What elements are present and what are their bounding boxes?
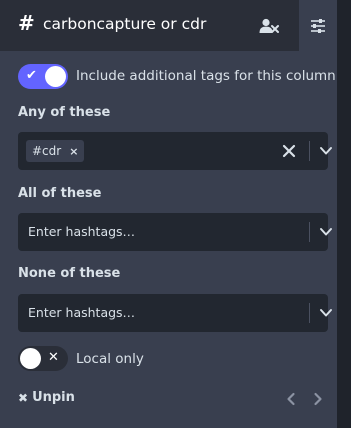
any-of-title: Any of these bbox=[18, 105, 111, 120]
column-title[interactable]: carboncapture or cdr bbox=[43, 14, 206, 34]
unpin-button[interactable]: ✖ Unpin bbox=[18, 390, 75, 405]
local-only-label: Local only bbox=[76, 351, 144, 367]
local-only-toggle[interactable]: ✕ bbox=[18, 346, 68, 371]
unpin-label: Unpin bbox=[32, 390, 75, 405]
scrollbar-track[interactable] bbox=[337, 0, 351, 428]
column-settings-panel: # carboncapture or cdr ✔ Include additio… bbox=[0, 0, 337, 428]
check-icon: ✔ bbox=[26, 68, 37, 83]
include-tags-label: Include additional tags for this column bbox=[76, 68, 336, 84]
select-separator bbox=[309, 222, 310, 242]
none-of-title: None of these bbox=[18, 266, 121, 281]
chevron-down-icon[interactable] bbox=[319, 307, 333, 319]
hashtag-icon: # bbox=[18, 11, 35, 35]
close-icon: ✖ bbox=[18, 390, 29, 405]
tag-chip: #cdr × bbox=[26, 140, 85, 162]
x-icon[interactable] bbox=[282, 144, 296, 158]
column-header: # carboncapture or cdr bbox=[0, 0, 337, 51]
all-of-placeholder: Enter hashtags… bbox=[28, 224, 136, 239]
none-of-select[interactable]: Enter hashtags… bbox=[18, 294, 332, 332]
chevron-left-icon[interactable] bbox=[284, 391, 298, 407]
all-of-select[interactable]: Enter hashtags… bbox=[18, 213, 332, 251]
any-of-select[interactable]: #cdr × bbox=[18, 132, 332, 170]
toggle-knob bbox=[20, 348, 41, 369]
chevron-down-icon[interactable] bbox=[319, 145, 333, 157]
chevron-right-icon[interactable] bbox=[311, 391, 325, 407]
tag-chip-label: #cdr bbox=[32, 144, 62, 158]
remove-column-button[interactable] bbox=[250, 0, 288, 51]
user-remove-icon bbox=[259, 18, 279, 33]
none-of-placeholder: Enter hashtags… bbox=[28, 305, 136, 320]
sliders-icon bbox=[311, 18, 325, 33]
x-icon: ✕ bbox=[48, 350, 59, 365]
tag-remove-icon[interactable]: × bbox=[69, 145, 78, 158]
include-tags-toggle[interactable]: ✔ bbox=[18, 64, 68, 89]
toggle-knob bbox=[45, 66, 66, 87]
column-settings-button[interactable] bbox=[299, 0, 337, 51]
chevron-down-icon[interactable] bbox=[319, 226, 333, 238]
select-separator bbox=[309, 141, 310, 161]
select-separator bbox=[309, 303, 310, 323]
all-of-title: All of these bbox=[18, 186, 102, 201]
